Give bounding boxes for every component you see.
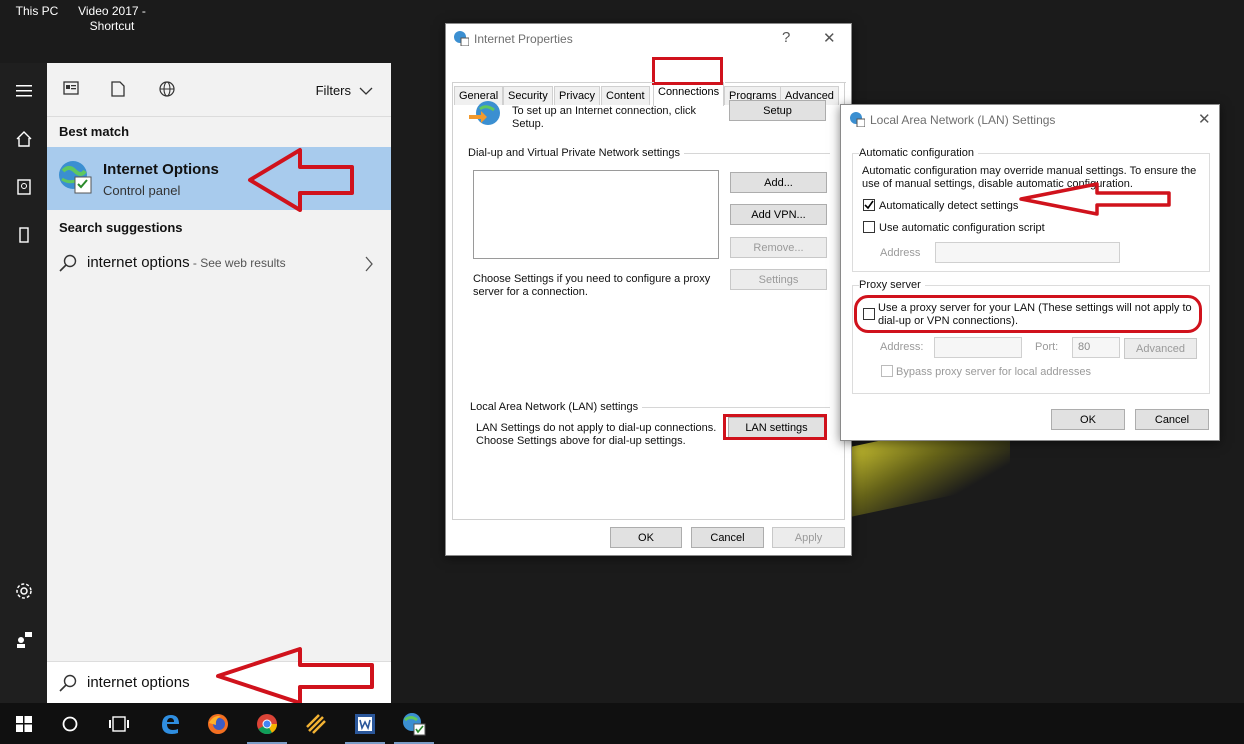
setup-text-line1: To set up an Internet connection, click xyxy=(512,105,697,117)
search-box-icon xyxy=(59,674,77,695)
dialup-group-label: Dial-up and Virtual Private Network sett… xyxy=(468,147,684,159)
port-input[interactable]: 80 xyxy=(1072,337,1120,358)
connection-setup-icon xyxy=(469,100,501,131)
auto-config-text-line1: Automatic configuration may override man… xyxy=(862,165,1197,177)
setup-text-line2: Setup. xyxy=(512,118,544,130)
documents-icon[interactable] xyxy=(0,167,47,207)
annotation-arrow-best-match xyxy=(248,148,354,212)
help-button[interactable]: ? xyxy=(782,29,790,46)
bypass-local-checkbox[interactable] xyxy=(881,365,893,377)
auto-config-group-label: Automatic configuration xyxy=(859,147,978,159)
lan-text-line2: Choose Settings above for dial-up settin… xyxy=(476,435,686,447)
annotation-box-connections-tab xyxy=(652,57,723,85)
lan-settings-dialog: Local Area Network (LAN) Settings ✕ Auto… xyxy=(840,104,1220,441)
port-label: Port: xyxy=(1035,341,1059,353)
annotation-box-lan-settings xyxy=(723,414,827,440)
cortana-icon[interactable] xyxy=(46,703,94,744)
cancel-button[interactable]: Cancel xyxy=(691,527,764,548)
settings-gear-icon[interactable] xyxy=(0,571,47,611)
start-menu-rail xyxy=(0,63,47,703)
annotation-arrow-search-box xyxy=(216,647,374,705)
lan-ok-button[interactable]: OK xyxy=(1051,409,1125,430)
advanced-button[interactable]: Advanced xyxy=(1124,338,1197,359)
add-button[interactable]: Add... xyxy=(730,172,827,193)
lan-text-line1: LAN Settings do not apply to dial-up con… xyxy=(476,422,717,434)
proxy-hint-line1: Choose Settings if you need to configure… xyxy=(473,273,711,285)
chevron-right-icon xyxy=(365,256,373,275)
edge-browser-icon[interactable] xyxy=(146,703,194,744)
best-match-subtitle: Control panel xyxy=(103,183,181,198)
suggestion-query: internet options - See web results xyxy=(87,254,286,271)
lan-settings-title-icon xyxy=(849,111,866,130)
best-match-heading: Best match xyxy=(59,124,130,139)
checkmark-icon xyxy=(864,200,874,210)
internet-properties-title: Internet Properties xyxy=(474,32,573,46)
taskbar xyxy=(0,703,1244,744)
device-icon[interactable] xyxy=(0,215,47,255)
desktop-icon-shortcut-label[interactable]: Video 2017 - Shortcut xyxy=(74,4,150,34)
desktop-icon-this-pc-label[interactable]: This PC xyxy=(10,4,64,19)
best-match-title: Internet Options xyxy=(103,161,219,178)
add-vpn-button[interactable]: Add VPN... xyxy=(730,204,827,225)
internet-options-globe-icon xyxy=(57,159,93,198)
suggestion-query-text: internet options xyxy=(87,254,190,271)
proxy-address-label: Address: xyxy=(880,341,924,353)
chrome-icon[interactable] xyxy=(243,703,291,744)
proxy-address-input[interactable] xyxy=(934,337,1022,358)
proxy-server-group-label: Proxy server xyxy=(859,279,925,291)
user-feedback-icon[interactable] xyxy=(0,619,47,659)
auto-detect-checkbox[interactable] xyxy=(863,199,875,211)
apps-filter-icon[interactable] xyxy=(63,81,79,98)
bypass-local-label[interactable]: Bypass proxy server for local addresses xyxy=(896,366,1091,378)
documents-filter-icon[interactable] xyxy=(111,81,125,100)
firefox-icon[interactable] xyxy=(194,703,242,744)
proxy-hint-line2: server for a connection. xyxy=(473,286,588,298)
lan-group-label: Local Area Network (LAN) settings xyxy=(470,401,643,413)
shortcut-label-line2: Shortcut xyxy=(89,19,135,33)
dialup-connections-list[interactable] xyxy=(473,170,719,259)
close-icon[interactable]: ✕ xyxy=(823,29,836,47)
use-script-checkbox[interactable] xyxy=(863,221,875,233)
script-address-input[interactable] xyxy=(935,242,1120,263)
media-player-icon[interactable] xyxy=(292,703,340,744)
search-scope-bar: Filters xyxy=(47,63,391,117)
remove-button[interactable]: Remove... xyxy=(730,237,827,258)
setup-button[interactable]: Setup xyxy=(729,100,826,121)
windows-start-icon[interactable] xyxy=(0,703,48,744)
suggestion-hint: - See web results xyxy=(189,256,286,270)
web-filter-globe-icon[interactable] xyxy=(159,81,175,100)
internet-properties-title-icon xyxy=(453,30,470,49)
auto-detect-label[interactable]: Automatically detect settings xyxy=(879,200,1018,213)
annotation-oval-use-proxy xyxy=(854,295,1202,333)
shortcut-label-line1: Video 2017 - xyxy=(78,4,146,18)
filters-label: Filters xyxy=(315,83,351,98)
annotation-arrow-auto-detect xyxy=(1019,182,1171,216)
internet-properties-dialog: Internet Properties ? ✕ General Security… xyxy=(445,23,852,556)
search-icon xyxy=(59,254,77,275)
lan-settings-title: Local Area Network (LAN) Settings xyxy=(870,113,1056,127)
lan-close-icon[interactable]: ✕ xyxy=(1198,110,1211,128)
hamburger-menu-icon[interactable] xyxy=(0,71,47,111)
word-icon[interactable] xyxy=(341,703,389,744)
web-suggestion-row[interactable]: internet options - See web results xyxy=(47,248,391,278)
use-script-label[interactable]: Use automatic configuration script xyxy=(879,222,1045,235)
script-address-label: Address xyxy=(880,247,921,259)
apply-button[interactable]: Apply xyxy=(772,527,845,548)
internet-options-taskbar-icon[interactable] xyxy=(390,703,438,744)
home-icon[interactable] xyxy=(0,119,47,159)
settings-button[interactable]: Settings xyxy=(730,269,827,290)
chevron-down-icon xyxy=(359,87,373,95)
filters-dropdown[interactable]: Filters xyxy=(316,83,373,98)
search-suggestions-heading: Search suggestions xyxy=(59,220,183,235)
lan-cancel-button[interactable]: Cancel xyxy=(1135,409,1209,430)
task-view-icon[interactable] xyxy=(95,703,143,744)
ok-button[interactable]: OK xyxy=(610,527,682,548)
search-input[interactable]: internet options xyxy=(87,674,190,691)
